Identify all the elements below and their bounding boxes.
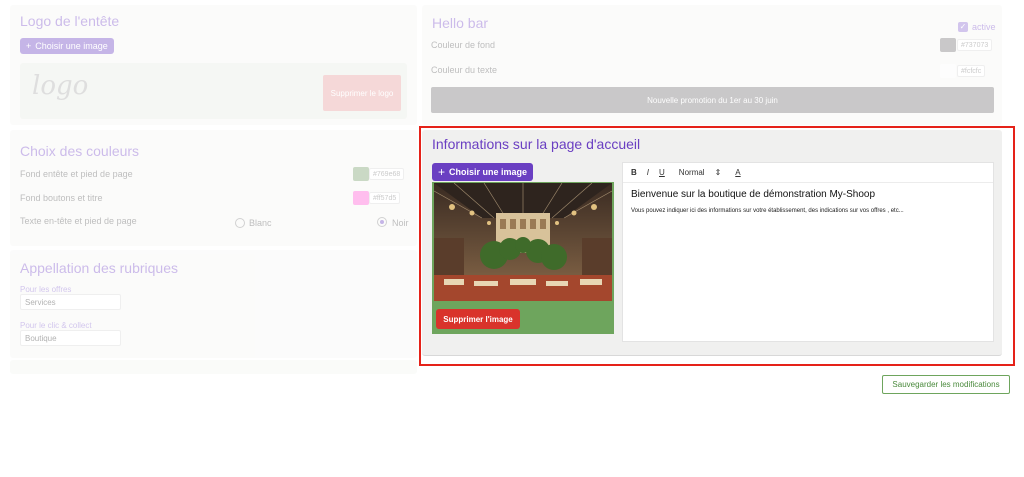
colors-title: Choix des couleurs (20, 143, 140, 159)
bg-color-value[interactable]: #737073 (957, 39, 993, 51)
click-collect-input[interactable]: Boutique (20, 330, 121, 346)
choose-logo-button[interactable]: + Choisir une image (20, 38, 114, 54)
panel-footer-strip (10, 360, 417, 374)
header-footer-bg-label: Fond entête et pied de page (20, 169, 133, 179)
plus-icon: + (438, 165, 446, 179)
delete-logo-button[interactable]: Supprimer le logo (323, 75, 401, 111)
header-logo-title: Logo de l'entête (20, 13, 120, 29)
hello-bar-title: Hello bar (432, 15, 489, 31)
text-color-swatch[interactable] (940, 64, 956, 78)
bg-color-swatch[interactable] (940, 38, 956, 52)
header-footer-bg-swatch[interactable] (353, 167, 369, 181)
radio-white-label: Blanc (249, 218, 272, 228)
logo-preview: logo Supprimer le logo (20, 63, 407, 119)
sections-naming-title: Appellation des rubriques (20, 260, 178, 276)
rich-text-editor[interactable]: B I U Normal ⇕ A Bienvenue sur la boutiq… (622, 162, 994, 342)
hello-bar-panel: Hello bar ✓ active Couleur de fond #7370… (422, 5, 1002, 125)
editor-paragraph: Vous pouvez indiquer ici des information… (631, 208, 904, 214)
header-footer-bg-value[interactable]: #769e68 (369, 168, 405, 180)
home-info-title: Informations sur la page d'accueil (432, 136, 641, 152)
offers-label: Pour les offres (20, 285, 72, 294)
underline-button[interactable]: U (659, 168, 665, 177)
text-color-label: Couleur du texte (431, 65, 498, 75)
editor-toolbar: B I U Normal ⇕ A (623, 163, 993, 183)
delete-image-button[interactable]: Supprimer l'image (436, 309, 520, 329)
buttons-title-bg-label: Fond boutons et titre (20, 193, 103, 203)
choose-image-button[interactable]: + Choisir une image (432, 163, 534, 181)
italic-button[interactable]: I (647, 168, 649, 177)
market-hall-photo (434, 183, 612, 301)
header-logo-panel: Logo de l'entête + Choisir une image log… (10, 5, 417, 125)
text-color-value[interactable]: #fcfcfc (957, 65, 986, 77)
editor-heading: Bienvenue sur la boutique de démonstrati… (631, 189, 876, 200)
save-changes-button[interactable]: Sauvegarder les modifications (882, 375, 1010, 394)
bg-color-label: Couleur de fond (431, 40, 496, 50)
header-text-color-label: Texte en-tête et pied de page (20, 216, 137, 226)
format-select[interactable]: Normal (679, 168, 705, 177)
radio-black[interactable] (377, 217, 387, 227)
radio-white[interactable] (235, 218, 245, 228)
buttons-title-bg-value[interactable]: #ff57d5 (369, 192, 401, 204)
format-select-arrow-icon: ⇕ (714, 168, 722, 177)
editor-content[interactable]: Bienvenue sur la boutique de démonstrati… (623, 183, 993, 220)
offers-input[interactable]: Services (20, 294, 121, 310)
click-collect-label: Pour le clic & collect (20, 321, 92, 330)
bold-button[interactable]: B (631, 168, 637, 177)
buttons-title-bg-swatch[interactable] (353, 191, 369, 205)
active-checkbox[interactable]: ✓ (958, 22, 968, 32)
sections-naming-panel: Appellation des rubriques Pour les offre… (10, 250, 417, 358)
active-label: active (972, 22, 996, 32)
text-color-button[interactable]: A (735, 168, 740, 177)
logo-image: logo (32, 71, 89, 101)
radio-black-label: Noir (392, 218, 409, 228)
colors-panel: Choix des couleurs Fond entête et pied d… (10, 130, 417, 246)
promo-bar-preview: Nouvelle promotion du 1er au 30 juin (431, 87, 994, 113)
plus-icon: + (26, 41, 32, 51)
